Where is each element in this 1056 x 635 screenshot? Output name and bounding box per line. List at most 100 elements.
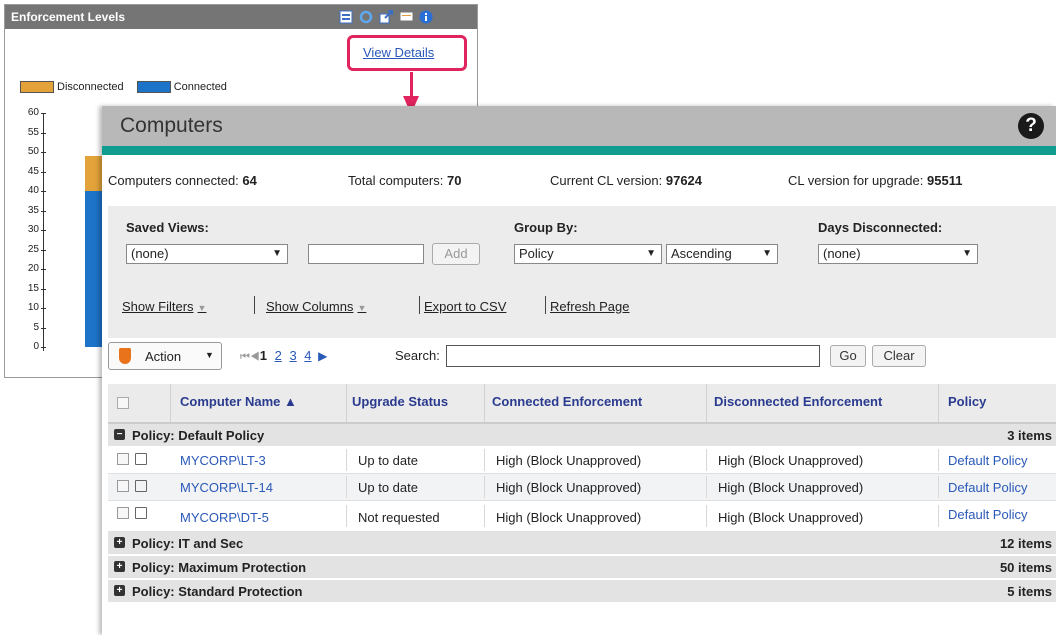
divider [419, 296, 420, 314]
row-checkbox[interactable] [117, 480, 129, 492]
y-axis-tick-label: 25 [27, 243, 39, 255]
show-filters-link[interactable]: Show Filters ▼ [122, 299, 206, 314]
chevron-down-icon: ▼ [762, 248, 772, 259]
first-page-icon[interactable]: ⏮◀ [240, 351, 260, 363]
expand-icon[interactable]: + [114, 561, 125, 572]
column-header-connected-enforcement[interactable]: Connected Enforcement [492, 394, 642, 409]
group-count: 3 items [1007, 428, 1052, 443]
sort-order-select[interactable]: Ascending ▼ [666, 244, 778, 264]
group-count: 12 items [999, 536, 1052, 551]
y-axis-tick [41, 191, 46, 192]
column-divider [346, 384, 347, 422]
clear-button[interactable]: Clear [872, 345, 926, 367]
row-checkbox[interactable] [117, 507, 129, 519]
y-axis-tick-label: 50 [27, 146, 39, 157]
refresh-page-link[interactable]: Refresh Page [550, 299, 630, 314]
edit-icon[interactable] [135, 480, 147, 492]
view-details-link[interactable]: View Details [363, 45, 434, 60]
stat-cl-version-upgrade: CL version for upgrade: 95511 [788, 173, 962, 188]
page-link-2[interactable]: 2 [275, 348, 282, 363]
column-header-policy[interactable]: Policy [948, 394, 986, 409]
column-header-upgrade-status[interactable]: Upgrade Status [352, 394, 448, 409]
column-header-disconnected-enforcement[interactable]: Disconnected Enforcement [714, 394, 882, 409]
edit-icon[interactable] [135, 453, 147, 465]
computer-name-link[interactable]: MYCORP\DT-5 [180, 510, 269, 525]
y-axis-tick-label: 15 [27, 282, 39, 294]
upgrade-status-cell: Up to date [358, 480, 418, 495]
y-axis-tick-label: 45 [27, 165, 39, 177]
add-button[interactable]: Add [432, 243, 480, 265]
info-icon[interactable] [419, 10, 433, 24]
y-axis-line [43, 113, 44, 351]
cell-divider [938, 476, 939, 498]
select-all-checkbox[interactable] [117, 397, 129, 409]
computer-name-link[interactable]: MYCORP\LT-14 [180, 480, 273, 495]
action-label: Action [145, 349, 182, 364]
sort-order-value: Ascending [671, 246, 732, 261]
search-input[interactable] [446, 345, 820, 367]
y-axis-tick [41, 269, 46, 270]
policy-link[interactable]: Default Policy [948, 507, 1027, 522]
y-axis-tick-label: 40 [27, 185, 39, 196]
chevron-down-icon: ▼ [962, 248, 972, 259]
stat-value: 70 [447, 173, 462, 188]
bar-connected[interactable] [85, 191, 103, 347]
show-columns-link[interactable]: Show Columns ▼ [266, 299, 366, 314]
group-by-label: Group By: [514, 220, 578, 235]
y-axis-tick [41, 210, 46, 212]
panel-header: Computers ? [102, 106, 1056, 146]
bar-disconnected[interactable] [85, 155, 103, 191]
refresh-icon[interactable] [359, 10, 373, 24]
disconnected-enforcement-cell: High (Block Unapproved) [718, 480, 864, 495]
red-arrow-shaft [410, 72, 413, 98]
comment-icon[interactable] [399, 10, 414, 24]
saved-views-select[interactable]: (none) ▼ [126, 244, 288, 264]
group-row-maximum-protection[interactable]: + Policy: Maximum Protection 50 items [108, 556, 1056, 579]
cell-divider [706, 505, 707, 527]
cell-divider [484, 476, 485, 498]
group-row-it-and-sec[interactable]: + Policy: IT and Sec 12 items [108, 532, 1056, 555]
stat-value: 97624 [665, 173, 703, 188]
row-checkbox[interactable] [117, 453, 129, 465]
saved-view-name-input[interactable] [308, 244, 424, 264]
disconnected-enforcement-cell: High (Block Unapproved) [718, 510, 864, 525]
divider [254, 296, 255, 314]
export-csv-link[interactable]: Export to CSV [424, 299, 506, 314]
popout-icon[interactable] [379, 10, 393, 24]
group-label: Policy: Default Policy [132, 428, 265, 443]
collapse-icon[interactable]: − [114, 429, 125, 440]
policy-link[interactable]: Default Policy [948, 453, 1027, 468]
computer-name-link[interactable]: MYCORP\LT-3 [180, 453, 266, 468]
show-filters-label: Show Filters [122, 299, 194, 314]
policy-link[interactable]: Default Policy [948, 480, 1027, 495]
group-row-standard-protection[interactable]: + Policy: Standard Protection 5 items [108, 580, 1056, 603]
next-page-icon[interactable]: ▶ [318, 349, 327, 363]
action-button[interactable]: Action ▼ [108, 342, 222, 370]
group-row-default-policy[interactable]: − Policy: Default Policy 3 items [108, 424, 1056, 447]
cell-divider [346, 449, 347, 471]
show-columns-label: Show Columns [266, 299, 354, 314]
table-row[interactable]: MYCORP\LT-14 Up to date High (Block Unap… [108, 474, 1056, 501]
stat-computers-connected: Computers connected: 64 [108, 173, 257, 188]
page-link-4[interactable]: 4 [304, 348, 311, 363]
table-row[interactable]: MYCORP\LT-3 Up to date High (Block Unapp… [108, 447, 1056, 474]
group-count: 50 items [999, 560, 1052, 575]
upgrade-status-cell: Not requested [358, 510, 440, 525]
edit-icon[interactable] [135, 507, 147, 519]
table-row[interactable]: MYCORP\DT-5 Not requested High (Block Un… [108, 501, 1056, 532]
y-axis-tick [41, 171, 46, 173]
page-link-3[interactable]: 3 [289, 348, 296, 363]
expand-icon[interactable]: + [114, 537, 125, 548]
y-axis-tick-label: 20 [27, 263, 39, 274]
days-disconnected-select[interactable]: (none) ▼ [818, 244, 978, 264]
expand-icon[interactable]: + [114, 585, 125, 596]
group-by-select[interactable]: Policy ▼ [514, 244, 662, 264]
grid-icon[interactable] [339, 10, 353, 24]
go-button[interactable]: Go [830, 345, 866, 367]
cell-divider [938, 449, 939, 471]
stat-value: 95511 [927, 173, 963, 188]
column-header-computer-name[interactable]: Computer Name ▲ [180, 394, 297, 409]
help-icon[interactable]: ? [1018, 113, 1044, 139]
y-axis-tick-label: 10 [27, 302, 39, 313]
legend-label-disconnected: Disconnected [57, 81, 124, 94]
